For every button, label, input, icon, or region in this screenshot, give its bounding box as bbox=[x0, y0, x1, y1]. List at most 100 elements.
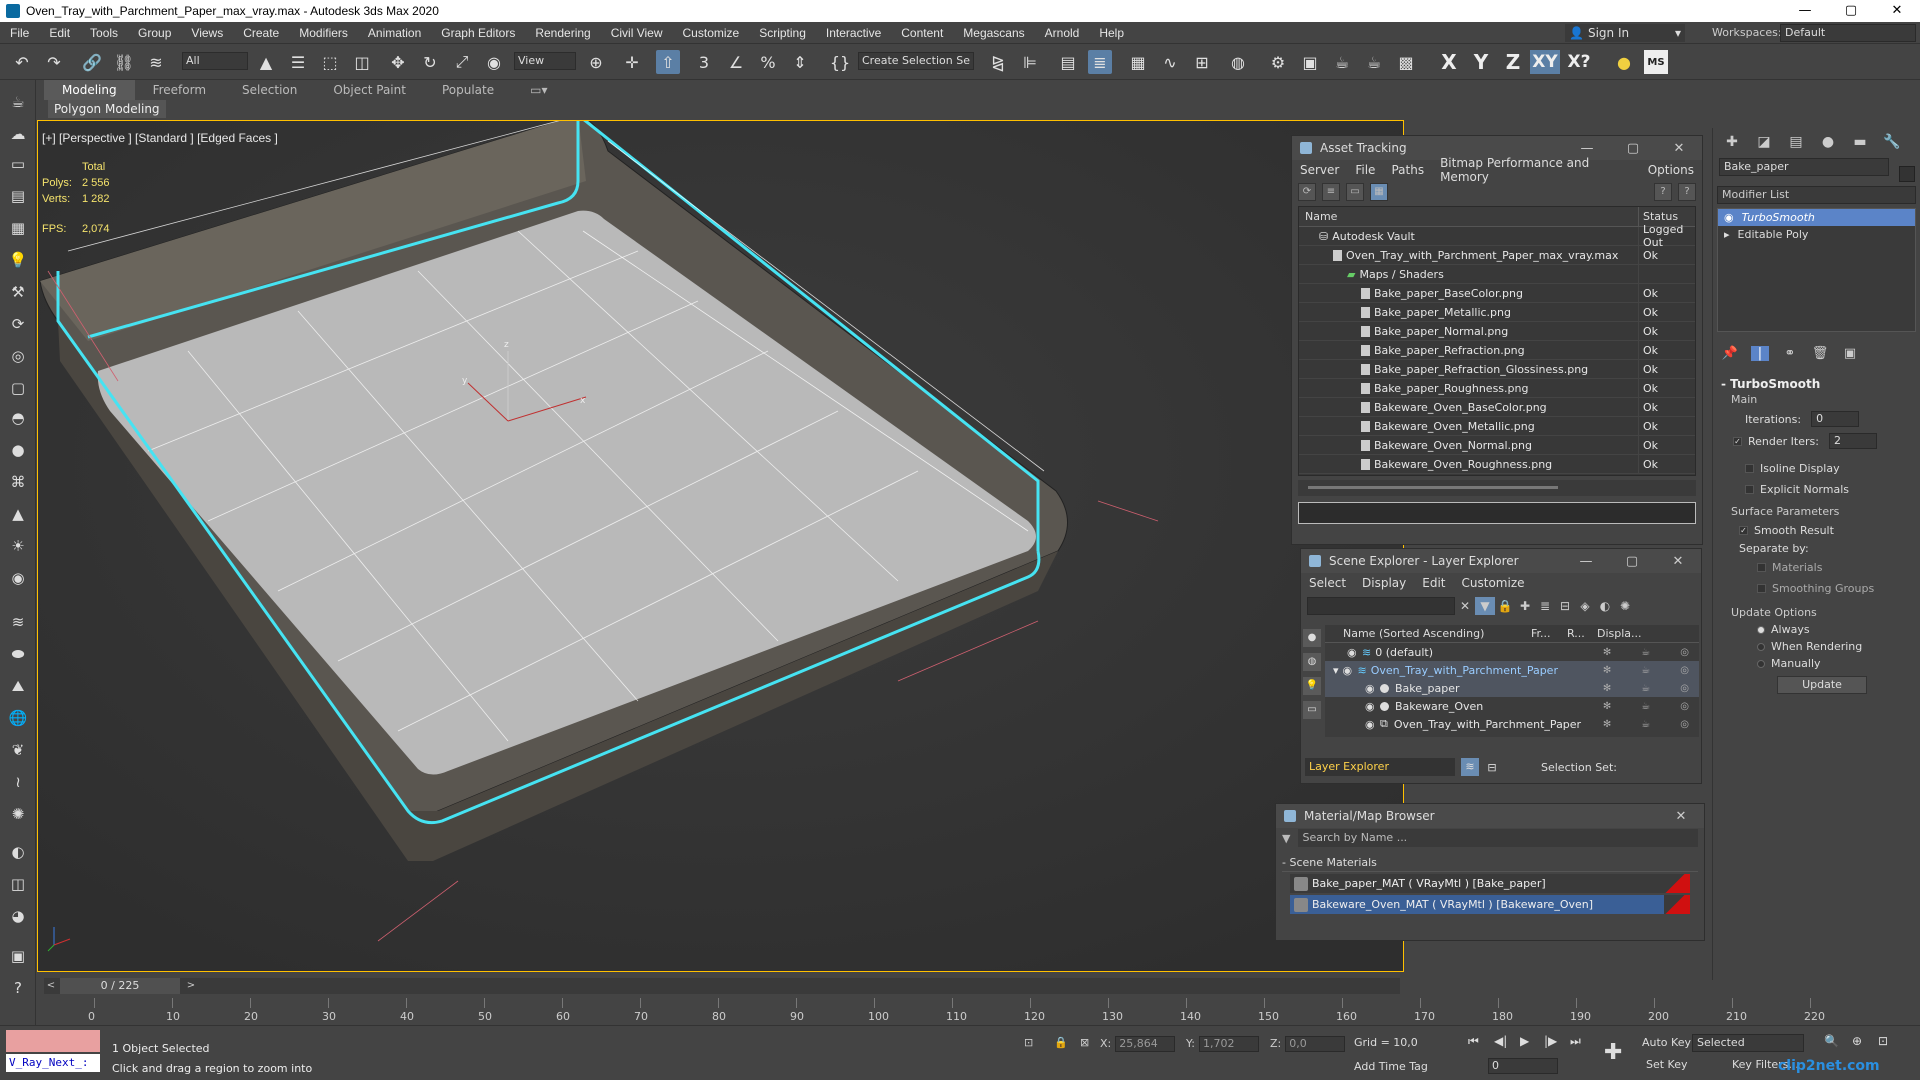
create-selection-set-dropdown[interactable]: Create Selection Se bbox=[858, 52, 974, 70]
unlink-icon[interactable]: ⛓ bbox=[112, 50, 136, 74]
edit-named-selections-icon[interactable]: {} bbox=[828, 50, 852, 74]
set-key-icon[interactable]: ✚ bbox=[1604, 1040, 1622, 1065]
table-row[interactable]: Bakeware_Oven_Metallic.png Ok bbox=[1299, 416, 1695, 436]
scene-menu-customize[interactable]: Customize bbox=[1454, 576, 1533, 590]
modify-tab-icon[interactable]: ◪ bbox=[1753, 134, 1775, 150]
tab-populate[interactable]: Populate bbox=[424, 80, 512, 100]
go-to-start-icon[interactable]: ⏮ bbox=[1468, 1034, 1479, 1049]
menu-help[interactable]: Help bbox=[1089, 26, 1134, 40]
display-cameras-icon[interactable]: ▭ bbox=[1303, 701, 1321, 719]
light-bulb-icon[interactable]: 💡 bbox=[6, 248, 30, 272]
sign-in-button[interactable]: 👤 Sign In ▾ bbox=[1565, 24, 1685, 42]
viewport-label[interactable]: [+] [Perspective ] [Standard ] [Edged Fa… bbox=[42, 131, 278, 145]
create-tab-icon[interactable]: ✚ bbox=[1721, 134, 1743, 150]
list-item[interactable]: ◉ Bake_paper ✻ ☕ ◎ bbox=[1325, 679, 1699, 697]
asset-menu-options[interactable]: Options bbox=[1640, 163, 1702, 177]
maximize-button[interactable]: ▢ bbox=[1828, 0, 1874, 22]
filter-icon[interactable]: ▼ bbox=[1475, 597, 1495, 615]
render-icon[interactable]: ☕ bbox=[1641, 701, 1650, 712]
rendered-frame-window-icon[interactable]: ▣ bbox=[1298, 50, 1322, 74]
settings-icon[interactable]: ✺ bbox=[1615, 597, 1635, 615]
stack-item-turbosmooth[interactable]: ◉ TurboSmooth bbox=[1718, 209, 1915, 226]
prev-frame-arrow-icon[interactable]: < bbox=[44, 978, 58, 994]
globe-icon[interactable]: 🌐 bbox=[6, 706, 30, 730]
selection-filter-dropdown[interactable]: All bbox=[182, 52, 248, 70]
render-icon[interactable]: ☕ bbox=[1641, 719, 1650, 730]
freeze-icon[interactable]: ✻ bbox=[1603, 719, 1611, 730]
current-frame-field[interactable]: 0 bbox=[1488, 1058, 1558, 1074]
go-to-end-icon[interactable]: ⏭ bbox=[1570, 1034, 1581, 1049]
hierarchy-icon[interactable]: ⊟ bbox=[1555, 597, 1575, 615]
hierarchy-tab-icon[interactable]: ▤ bbox=[1785, 134, 1807, 150]
display-icon[interactable]: ◎ bbox=[1680, 647, 1689, 658]
scene-menu-select[interactable]: Select bbox=[1301, 576, 1354, 590]
render-icon[interactable]: ☕ bbox=[1641, 647, 1650, 658]
scene-menu-display[interactable]: Display bbox=[1354, 576, 1414, 590]
asset-horizontal-scrollbar[interactable] bbox=[1298, 480, 1696, 496]
close-button[interactable]: ✕ bbox=[1874, 0, 1920, 22]
rotate-object-icon[interactable]: ⟳ bbox=[6, 312, 30, 336]
pin-stack-icon[interactable]: 📌 bbox=[1721, 346, 1739, 361]
object-color-swatch[interactable] bbox=[1899, 166, 1915, 182]
redo-icon[interactable]: ↷ bbox=[42, 50, 66, 74]
play-icon[interactable]: ▶ bbox=[1520, 1034, 1529, 1048]
asset-maximize-button[interactable]: ▢ bbox=[1610, 141, 1656, 156]
material-editor-icon[interactable]: ◍ bbox=[1226, 50, 1250, 74]
col-render-header[interactable]: R... bbox=[1567, 625, 1597, 642]
plant-icon[interactable]: ❦ bbox=[6, 738, 30, 762]
snaps-toggle-icon[interactable]: 3 bbox=[692, 50, 716, 74]
menu-arnold[interactable]: Arnold bbox=[1035, 26, 1090, 40]
zoom-all-icon[interactable]: ⊕ bbox=[1852, 1034, 1862, 1048]
reference-coord-dropdown[interactable]: View bbox=[514, 52, 576, 70]
axis-x-question-button[interactable]: X? bbox=[1566, 50, 1592, 74]
sphere-map-icon[interactable]: ◐ bbox=[6, 840, 30, 864]
render-iterative-icon[interactable]: ☕ bbox=[1362, 50, 1386, 74]
menu-modifiers[interactable]: Modifiers bbox=[289, 26, 358, 40]
menu-group[interactable]: Group bbox=[128, 26, 181, 40]
render-in-cloud-icon[interactable]: ▩ bbox=[1394, 50, 1418, 74]
menu-rendering[interactable]: Rendering bbox=[525, 26, 600, 40]
mesh-icon[interactable]: ⌘ bbox=[6, 470, 30, 494]
rig-icon[interactable]: ⚒ bbox=[6, 280, 30, 304]
menu-content[interactable]: Content bbox=[891, 26, 953, 40]
curve-editor-icon[interactable]: ∿ bbox=[1158, 50, 1182, 74]
eye-icon[interactable]: ◉ bbox=[1365, 718, 1377, 731]
sphere-icon[interactable]: ● bbox=[6, 438, 30, 462]
menu-scripting[interactable]: Scripting bbox=[749, 26, 816, 40]
x-coordinate-field[interactable]: 25,864 bbox=[1115, 1036, 1176, 1052]
eye-icon[interactable]: ◉ bbox=[1347, 646, 1359, 659]
turbosmooth-rollout-title[interactable]: - TurboSmooth bbox=[1717, 376, 1916, 392]
display-icon[interactable]: ◎ bbox=[1680, 701, 1689, 712]
menu-create[interactable]: Create bbox=[233, 26, 289, 40]
menu-graph-editors[interactable]: Graph Editors bbox=[431, 26, 525, 40]
axis-z-button[interactable]: Z bbox=[1500, 50, 1526, 74]
list-item[interactable]: ◉ ⧉ Oven_Tray_with_Parchment_Paper ✻ ☕ ◎ bbox=[1325, 715, 1699, 733]
hair-icon[interactable]: ≀ bbox=[6, 770, 30, 794]
remove-modifier-icon[interactable]: 🗑 bbox=[1811, 346, 1829, 361]
table-row[interactable]: ▰ Maps / Shaders bbox=[1299, 264, 1695, 284]
eye-icon[interactable]: ◉ bbox=[1343, 664, 1355, 677]
materials-checkbox[interactable] bbox=[1757, 563, 1766, 572]
toggle-layer-explorer-icon[interactable]: ≣ bbox=[1088, 50, 1112, 74]
frame-icon[interactable]: ▭ bbox=[6, 152, 30, 176]
show-end-result-icon[interactable]: | bbox=[1751, 345, 1769, 361]
window-crossing-icon[interactable]: ◫ bbox=[350, 50, 374, 74]
menu-file[interactable]: File bbox=[0, 26, 39, 40]
material-browser-titlebar[interactable]: Material/Map Browser ✕ bbox=[1276, 804, 1704, 828]
selection-set-toggle-icon[interactable]: ⊟ bbox=[1483, 761, 1501, 774]
set-key-button[interactable]: Set Key bbox=[1646, 1058, 1688, 1071]
ribbon-options-icon[interactable]: ▭▾ bbox=[512, 80, 565, 100]
make-unique-icon[interactable]: ⚭ bbox=[1781, 346, 1799, 361]
grid-icon[interactable]: ▦ bbox=[6, 216, 30, 240]
menu-animation[interactable]: Animation bbox=[358, 26, 431, 40]
clear-search-icon[interactable]: ✕ bbox=[1455, 597, 1475, 615]
display-objects-icon[interactable]: ● bbox=[1303, 629, 1321, 647]
modifier-list-dropdown[interactable]: Modifier List bbox=[1717, 186, 1916, 204]
prev-frame-icon[interactable]: ◀| bbox=[1494, 1034, 1507, 1048]
render-production-icon[interactable]: ☕ bbox=[1330, 50, 1354, 74]
teapot-icon[interactable]: ☕ bbox=[6, 90, 30, 114]
isoline-display-checkbox[interactable] bbox=[1745, 464, 1754, 473]
asset-menu-file[interactable]: File bbox=[1347, 163, 1383, 177]
sun-icon[interactable]: ☀ bbox=[6, 534, 30, 558]
render-iters-checkbox[interactable]: ✓ bbox=[1733, 436, 1742, 446]
